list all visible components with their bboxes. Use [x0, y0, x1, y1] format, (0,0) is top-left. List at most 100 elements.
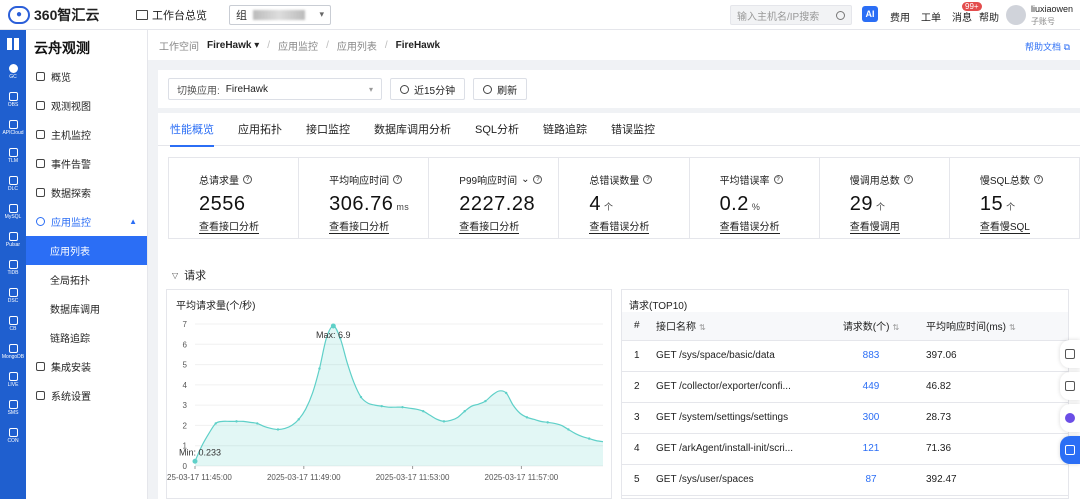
rail-item-live[interactable]: LIVE [0, 366, 26, 394]
sidebar-item-alerts[interactable]: 事件告警 [26, 149, 147, 178]
data-point [214, 422, 217, 425]
tab-6[interactable]: 错误监控 [611, 113, 655, 146]
host-search-input[interactable]: 输入主机名/IP搜索 [730, 5, 852, 25]
metric-card: P99响应时间 ⌄? 2227.28 查看接口分析 [429, 158, 560, 238]
row-request-count[interactable]: 87 [816, 464, 926, 496]
user-name[interactable]: liuxiaowen [1031, 4, 1073, 14]
help-icon[interactable]: ? [643, 175, 653, 184]
ai-assistant-button[interactable]: AI [862, 6, 878, 22]
table-row[interactable]: 5 GET /sys/user/spaces 87 392.47 [622, 464, 1068, 496]
rail-item-mysql[interactable]: MySQL [0, 198, 26, 226]
sidebar-item-integration[interactable]: 集成安装 [26, 352, 147, 381]
sidebar-subitem-tracing[interactable]: 链路追踪 [26, 323, 147, 352]
filter-bar: 切换应用: FireHawk ▾ 近15分钟 刷新 [158, 70, 1080, 108]
sidebar-item-settings[interactable]: 系统设置 [26, 381, 147, 410]
col-requests[interactable]: 请求数(个) ⇅ [816, 312, 926, 341]
sidebar-item-overview[interactable]: 概览 [26, 62, 147, 91]
refresh-button[interactable]: 刷新 [473, 78, 528, 100]
metric-link[interactable]: 查看接口分析 [459, 218, 520, 234]
qr-button[interactable] [1060, 372, 1080, 400]
breadcrumb-space-select[interactable]: FireHawk ▾ [207, 40, 259, 51]
help-icon[interactable]: ? [243, 175, 252, 184]
help-icon[interactable]: ? [903, 175, 913, 184]
help-icon[interactable]: ? [533, 175, 543, 184]
breadcrumb-workspace[interactable]: 工作空间 [159, 38, 199, 53]
help-doc-link[interactable]: 帮助文档 ⧉ [1025, 40, 1070, 53]
rail-item-apicloud[interactable]: APICloud [0, 114, 26, 142]
metric-link[interactable]: 查看接口分析 [199, 218, 259, 234]
brand-logo[interactable]: ● 360智汇云 [0, 5, 130, 25]
tab-2[interactable]: 接口监控 [306, 113, 350, 146]
data-point [442, 420, 446, 423]
sort-icon[interactable]: ⇅ [699, 323, 706, 332]
help-icon[interactable]: ? [773, 175, 783, 184]
rail-item-tidb[interactable]: TiDB [0, 254, 26, 282]
help-icon[interactable]: ? [1033, 175, 1043, 184]
message-link[interactable]: 消息 [952, 9, 972, 24]
sidebar-subitem-db-calls[interactable]: 数据库调用 [26, 294, 147, 323]
rail-item-dlc[interactable]: DLC [0, 170, 26, 198]
sidebar-item-apm[interactable]: 应用监控 ▲ [26, 207, 147, 236]
rail-item-dsc[interactable]: DSC [0, 282, 26, 310]
table-row[interactable]: 2 GET /collector/exporter/confi... 449 46.8… [622, 371, 1068, 403]
app-switch-select[interactable]: 切换应用: FireHawk ▾ [168, 78, 382, 100]
request-section-header[interactable]: ▽ 请求 [172, 267, 206, 283]
sort-icon[interactable]: ⇅ [892, 323, 899, 332]
group-select[interactable]: 组 ▾ [229, 4, 331, 25]
tab-3[interactable]: 数据库调用分析 [374, 113, 451, 146]
col-avg-rt[interactable]: 平均响应时间(ms) ⇅ [926, 312, 1068, 341]
table-row[interactable]: 4 GET /arkAgent/install-init/scri... 121 71… [622, 433, 1068, 465]
sidebar: 云舟观测 概览 观测视图 主机监控 事件告警 数据探索 应用监控 ▲ 应用列表 全… [26, 30, 148, 499]
metric-link[interactable]: 查看错误分析 [719, 218, 780, 234]
rail-item-gc[interactable]: GC [0, 58, 26, 86]
time-range-button[interactable]: 近15分钟 [390, 78, 466, 100]
avatar[interactable] [1006, 5, 1026, 25]
tab-5[interactable]: 链路追踪 [543, 113, 587, 146]
table-row[interactable]: 1 GET /sys/space/basic/data 883 397.06 [622, 340, 1068, 372]
sidebar-title: 云舟观测 [34, 40, 90, 56]
workspace-overview-button[interactable]: 工作台总览 [136, 7, 207, 23]
gear-icon [36, 391, 45, 400]
col-api-name[interactable]: 接口名称 ⇅ [656, 312, 816, 341]
sidebar-item-explore[interactable]: 数据探索 [26, 178, 147, 207]
table-title: 请求(TOP10) [629, 301, 688, 312]
row-request-count[interactable]: 121 [816, 433, 926, 465]
chat-button[interactable] [1060, 436, 1080, 464]
ticket-link[interactable]: 工单 [921, 9, 941, 24]
row-request-count[interactable]: 300 [816, 402, 926, 434]
row-request-count[interactable]: 449 [816, 371, 926, 403]
breadcrumb-apm[interactable]: 应用监控 [278, 38, 318, 53]
row-request-count[interactable]: 883 [816, 340, 926, 372]
tab-0[interactable]: 性能概览 [170, 113, 214, 147]
metric-link[interactable]: 查看接口分析 [329, 218, 390, 234]
assistant-button[interactable] [1060, 404, 1080, 432]
rail-item-con[interactable]: CON [0, 422, 26, 450]
metric-link[interactable]: 查看慢SQL [979, 218, 1030, 234]
help-icon[interactable]: ? [393, 175, 403, 184]
tab-1[interactable]: 应用拓扑 [238, 113, 282, 146]
sidebar-subitem-topology[interactable]: 全局拓扑 [26, 265, 147, 294]
rail-item-sms[interactable]: SMS [0, 394, 26, 422]
rail-item-obs[interactable]: OBS [0, 86, 26, 114]
sidebar-item-views[interactable]: 观测视图 [26, 91, 147, 120]
tab-4[interactable]: SQL分析 [475, 113, 519, 146]
metric-link[interactable]: 查看错误分析 [589, 218, 650, 234]
chevron-down-icon[interactable]: ⌄ [521, 174, 529, 185]
feedback-button[interactable] [1060, 340, 1080, 368]
rail-item-cb[interactable]: CB [0, 310, 26, 338]
sidebar-item-host[interactable]: 主机监控 [26, 120, 147, 149]
sidebar-subitem-app-list[interactable]: 应用列表 [26, 236, 147, 265]
apps-grid-icon[interactable] [0, 30, 26, 58]
data-point [359, 395, 363, 399]
metric-link[interactable]: 查看慢调用 [849, 218, 900, 234]
sort-icon[interactable]: ⇅ [1009, 323, 1016, 332]
y-tick-label: 0 [183, 462, 188, 471]
table-row[interactable]: 3 GET /system/settings/settings 300 28.73 [622, 402, 1068, 434]
fee-link[interactable]: 费用 [890, 9, 910, 24]
help-link[interactable]: 帮助 [979, 9, 999, 24]
breadcrumb-app-list[interactable]: 应用列表 [337, 38, 377, 53]
rail-item-pulsar[interactable]: Pulsar [0, 226, 26, 254]
rail-item-mongodb[interactable]: MongoDB [0, 338, 26, 366]
search-icon[interactable] [836, 10, 845, 20]
rail-item-tlm[interactable]: TLM [0, 142, 26, 170]
